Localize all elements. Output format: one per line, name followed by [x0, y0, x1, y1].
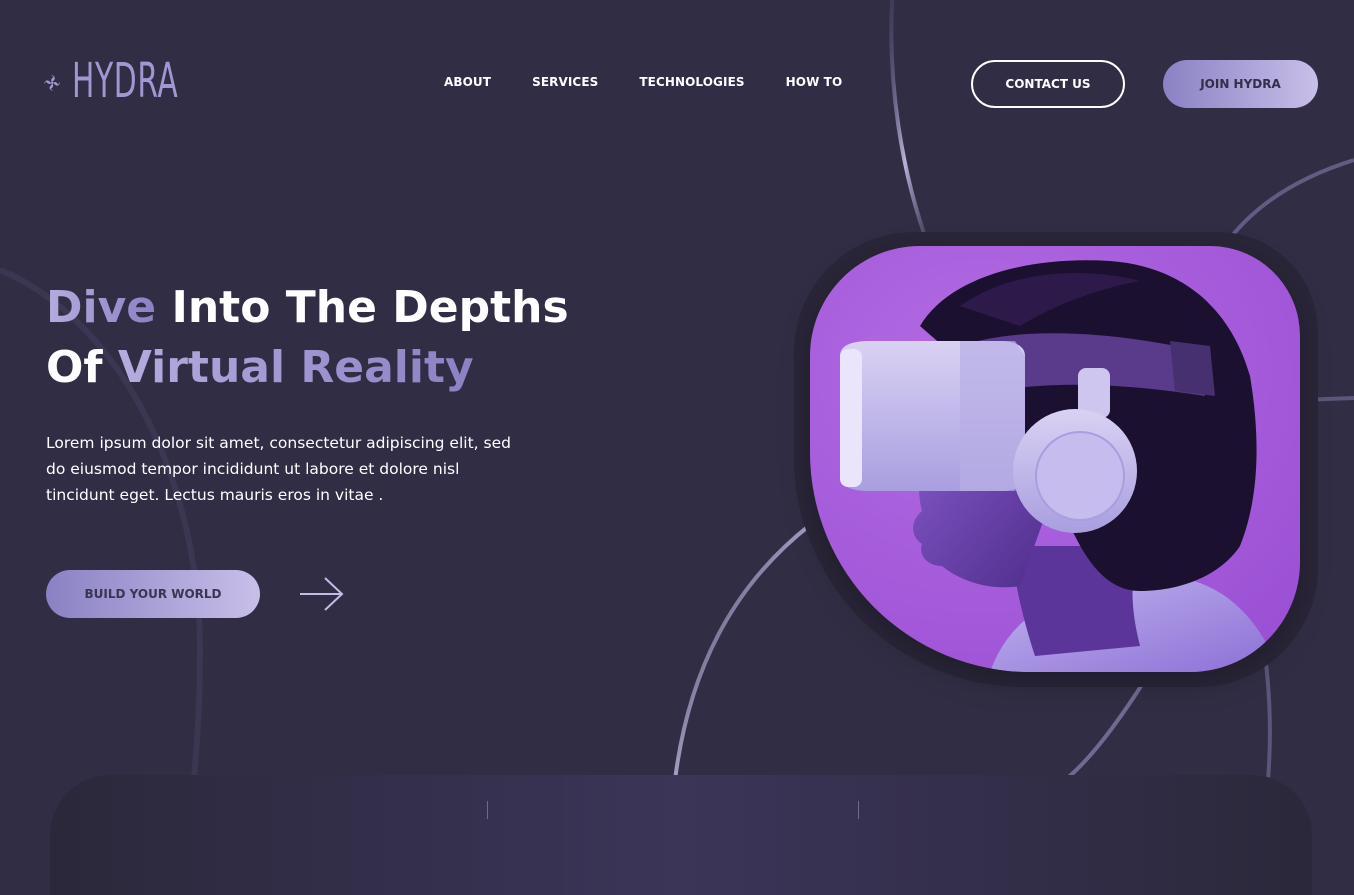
nav-how-to[interactable]: HOW TO [786, 75, 843, 89]
hero-title: Dive Into The Depths Of Virtual Reality [46, 278, 569, 398]
vr-headset-portrait-image [810, 246, 1300, 672]
build-your-world-button[interactable]: BUILD YOUR WORLD [46, 570, 260, 618]
contact-us-button[interactable]: CONTACT US [971, 60, 1125, 108]
nav-about[interactable]: ABOUT [444, 75, 491, 89]
panel-divider [487, 801, 488, 819]
brand-name: HYDRA [72, 53, 179, 109]
nav-technologies[interactable]: TECHNOLOGIES [639, 75, 744, 89]
hero-title-accent-vr: Virtual Reality [117, 342, 474, 393]
main-nav: ABOUT SERVICES TECHNOLOGIES HOW TO [444, 75, 883, 89]
join-hydra-button[interactable]: JOIN HYDRA [1163, 60, 1318, 108]
panel-divider [858, 801, 859, 819]
features-panel [50, 775, 1312, 895]
arrow-right-icon[interactable] [298, 575, 346, 613]
hydra-swirl-icon [44, 75, 60, 91]
hero-description: Lorem ipsum dolor sit amet, consectetur … [46, 434, 511, 504]
hero-title-accent-dive: Dive [46, 282, 157, 333]
hero-title-of: Of [46, 342, 118, 393]
brand-logo[interactable]: HYDRA [44, 28, 244, 138]
hero-title-depths: Into The Depths [156, 282, 569, 333]
nav-services[interactable]: SERVICES [532, 75, 598, 89]
